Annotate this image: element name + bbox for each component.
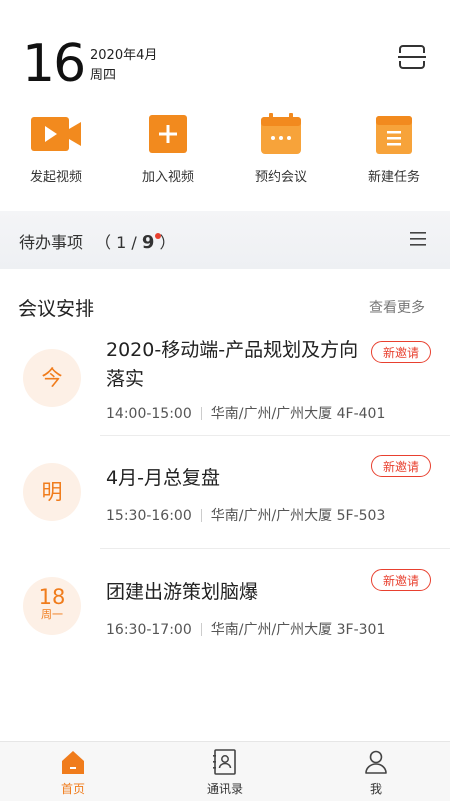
meeting-meta: 16:30-17:00 华南/广州/广州大厦 3F-301 bbox=[106, 619, 385, 639]
date-day: 16 bbox=[22, 34, 86, 94]
new-task-label: 新建任务 bbox=[367, 170, 420, 185]
meeting-title: 4月-月总复盘 bbox=[106, 467, 220, 489]
meeting-badge-text: 今 bbox=[41, 366, 63, 390]
meeting-item[interactable]: 今 2020-移动端-产品规划及方向落实 14:00-15:00 华南/广州/广州… bbox=[0, 330, 450, 440]
date-year-month: 2020年4月 bbox=[90, 48, 158, 63]
meeting-time: 16:30-17:00 bbox=[106, 622, 192, 638]
meeting-location: 华南/广州/广州大厦 4F-401 bbox=[210, 406, 386, 422]
date-weekday: 周四 bbox=[90, 68, 117, 83]
home-icon bbox=[62, 751, 84, 774]
start-video-button[interactable]: 发起视频 bbox=[11, 112, 101, 185]
new-invite-tag: 新邀请 bbox=[371, 341, 431, 363]
scan-icon[interactable] bbox=[398, 44, 426, 70]
meeting-title: 2020-移动端-产品规划及方向落实 bbox=[106, 339, 359, 390]
join-video-label: 加入视频 bbox=[141, 170, 194, 185]
todo-current: 1 bbox=[116, 233, 127, 252]
meeting-meta: 15:30-16:00 华南/广州/广州大厦 5F-503 bbox=[106, 505, 385, 525]
nav-contacts[interactable]: 通讯录 bbox=[175, 748, 275, 797]
todo-title: 待办事项 bbox=[19, 233, 84, 252]
meeting-date-badge: 今 bbox=[23, 349, 81, 407]
nav-home[interactable]: 首页 bbox=[23, 748, 123, 797]
plus-icon bbox=[149, 115, 187, 153]
contacts-icon bbox=[213, 749, 236, 775]
schedule-meeting-label: 预约会议 bbox=[254, 170, 307, 185]
todo-count: （ 1 / 9 ） bbox=[95, 232, 176, 253]
meeting-location: 华南/广州/广州大厦 3F-301 bbox=[210, 622, 386, 638]
schedule-meeting-button[interactable]: 预约会议 bbox=[236, 112, 326, 185]
meeting-item[interactable]: 明 4月-月总复盘 15:30-16:00 华南/广州/广州大厦 5F-503 新… bbox=[0, 450, 450, 545]
todo-bar[interactable]: 待办事项 （ 1 / 9 ） bbox=[0, 211, 450, 269]
task-icon bbox=[376, 116, 412, 154]
profile-icon bbox=[365, 750, 387, 774]
meeting-badge-text: 明 bbox=[41, 480, 63, 504]
meeting-time: 15:30-16:00 bbox=[106, 508, 192, 524]
meetings-section-title: 会议安排 bbox=[18, 298, 95, 320]
new-invite-tag: 新邀请 bbox=[371, 569, 431, 591]
meeting-location: 华南/广州/广州大厦 5F-503 bbox=[210, 508, 386, 524]
nav-home-label: 首页 bbox=[60, 782, 85, 796]
view-more-link[interactable]: 查看更多 bbox=[369, 297, 425, 317]
header: 16 2020年4月 周四 bbox=[0, 0, 450, 100]
meeting-title: 团建出游策划脑爆 bbox=[106, 581, 259, 603]
nav-profile[interactable]: 我 bbox=[326, 748, 426, 797]
meeting-date-badge: 明 bbox=[23, 463, 81, 521]
start-video-label: 发起视频 bbox=[29, 170, 82, 185]
unread-dot bbox=[155, 233, 162, 239]
new-task-button[interactable]: 新建任务 bbox=[349, 112, 439, 185]
bottom-nav: 首页 通讯录 我 bbox=[0, 741, 450, 801]
divider bbox=[100, 435, 450, 436]
meeting-meta: 14:00-15:00 华南/广州/广州大厦 4F-401 bbox=[106, 403, 385, 423]
meeting-item[interactable]: 18 周一 团建出游策划脑爆 16:30-17:00 华南/广州/广州大厦 3F-… bbox=[0, 564, 450, 659]
meeting-badge-subtext: 周一 bbox=[41, 608, 63, 621]
menu-icon[interactable] bbox=[408, 230, 428, 248]
quick-actions: 发起视频 加入视频 预约会议 新建任务 bbox=[0, 112, 450, 192]
nav-contacts-label: 通讯录 bbox=[206, 782, 243, 796]
meeting-time: 14:00-15:00 bbox=[106, 406, 192, 422]
divider bbox=[100, 548, 450, 549]
todo-total: 9 bbox=[141, 232, 155, 253]
join-video-button[interactable]: 加入视频 bbox=[123, 112, 213, 185]
nav-profile-label: 我 bbox=[369, 782, 382, 796]
new-invite-tag: 新邀请 bbox=[371, 455, 431, 477]
meeting-date-badge: 18 周一 bbox=[23, 577, 81, 635]
calendar-icon bbox=[261, 113, 301, 154]
video-start-icon bbox=[31, 117, 81, 151]
meeting-badge-text: 18 bbox=[38, 585, 66, 609]
